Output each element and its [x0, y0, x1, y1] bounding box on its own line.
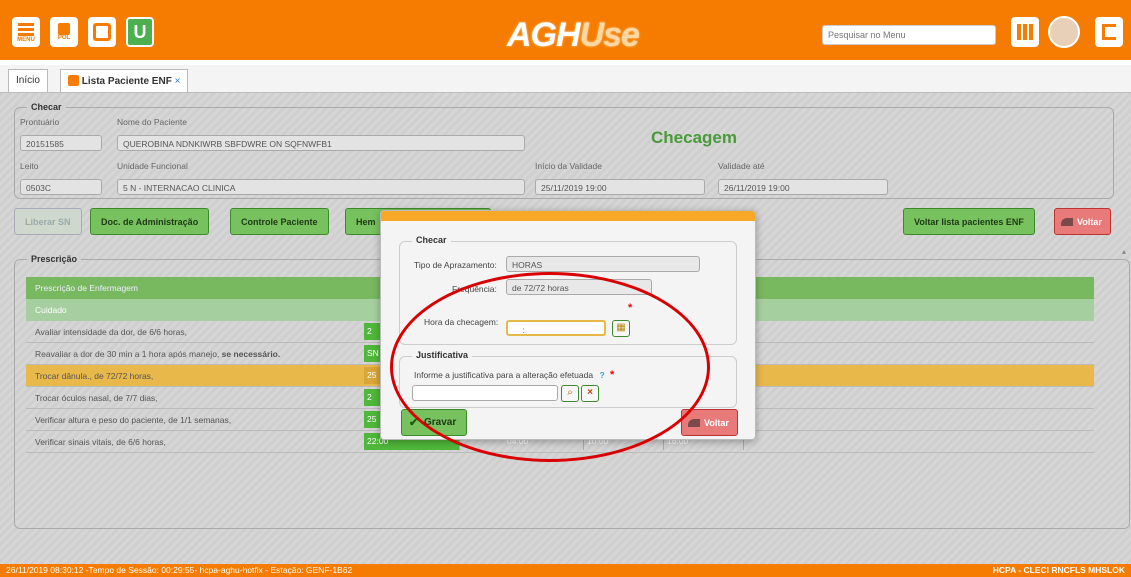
help-icon[interactable]: ? — [599, 370, 604, 380]
user-avatar[interactable] — [1048, 16, 1080, 48]
justificativa-input[interactable] — [412, 385, 558, 401]
tipo-aprazamento-label: Tipo de Aprazamento: — [414, 260, 497, 270]
voltar-label: Voltar — [1077, 217, 1102, 227]
tab-lista-label: Lista Paciente ENF — [81, 76, 172, 87]
prescricao-item-text: Verificar altura e peso do paciente, de … — [35, 415, 232, 425]
checar-legend: Checar — [27, 102, 66, 112]
hora-checagem-input[interactable]: __:__ — [506, 320, 606, 336]
calendar-icon[interactable]: ▦ — [612, 320, 630, 337]
liberar-sn-button[interactable]: Liberar SN — [14, 208, 82, 235]
frequencia-field: de 72/72 horas — [506, 279, 652, 295]
prescricao-item-text: Trocar óculos nasal, de 7/7 dias, — [35, 393, 158, 403]
logo-part-a: AGH — [507, 16, 581, 54]
search-icon[interactable]: ⌕ — [561, 385, 579, 402]
prescricao-legend: Prescrição — [27, 254, 82, 264]
app-logo: AGHUse — [507, 16, 640, 55]
checagem-dialog: Checar Tipo de Aprazamento: HORAS Frequê… — [380, 210, 756, 440]
logout-icon[interactable] — [1095, 17, 1123, 47]
apps-grid-icon[interactable] — [1011, 17, 1039, 47]
validade-ate-label: Validade até — [718, 161, 765, 171]
status-left: 26/11/2019 08:30:12 -Tempo de Sessão: 00… — [6, 565, 353, 575]
nome-label: Nome do Paciente — [117, 117, 187, 127]
status-right: HCPA - CLECI RNCFLS MHSLOK — [992, 565, 1125, 575]
dialog-voltar-label: Voltar — [704, 418, 729, 428]
dialog-checar-legend: Checar — [412, 235, 451, 245]
leito-field: 0503C — [20, 179, 102, 195]
justificativa-label: Informe a justificativa para a alteração… — [414, 370, 594, 380]
dialog-voltar-button[interactable]: Voltar — [681, 409, 738, 436]
prescricao-item-text: Trocar dânula., de 72/72 horas, — [35, 371, 154, 381]
page-title: Checagem — [651, 128, 737, 147]
patient-list-icon — [68, 75, 79, 86]
prescricao-header-label: Prescrição de Enfermagem — [35, 283, 138, 293]
menu-search-input[interactable]: Pesquisar no Menu — [822, 25, 996, 45]
status-bar: 26/11/2019 08:30:12 -Tempo de Sessão: 00… — [0, 564, 1131, 577]
prescricao-item-text: Verificar sinais vitais, de 6/6 horas, — [35, 437, 166, 447]
prontuario-field: 20151585 — [20, 135, 102, 151]
controle-paciente-button[interactable]: Controle Paciente — [230, 208, 329, 235]
checar-fieldset: Checar Checagem Prontuário 20151585 Nome… — [14, 102, 1114, 199]
logo-part-b: Use — [579, 16, 640, 54]
voltar-button[interactable]: Voltar — [1054, 208, 1111, 235]
gravar-label: Gravar — [424, 417, 457, 428]
frequencia-label: Frequência: — [452, 284, 497, 294]
inicio-validade-label: Início da Validade — [535, 161, 602, 171]
prontuario-label: Prontuário — [20, 117, 60, 127]
doc-administracao-button[interactable]: Doc. de Administração — [90, 208, 210, 235]
menu-icon[interactable]: MENU — [12, 17, 40, 47]
required-star-2: * — [610, 369, 615, 381]
unidade-field: 5 N - INTERNACAO CLINICA — [117, 179, 525, 195]
voltar-lista-button[interactable]: Voltar lista pacientes ENF — [903, 208, 1035, 235]
prescricao-item-text: Reavaliar a dor de 30 min a 1 hora após … — [35, 349, 281, 359]
unidade-label: Unidade Funcional — [117, 161, 188, 171]
top-bar: MENU POL U AGHUse Pesquisar no Menu — [0, 0, 1131, 65]
tab-inicio[interactable]: Início — [8, 69, 48, 92]
tipo-aprazamento-field: HORAS — [506, 256, 700, 272]
cuidado-label: Cuidado — [35, 305, 67, 315]
tab-inicio-label: Início — [16, 75, 40, 86]
back-arrow-icon — [1061, 218, 1073, 226]
dialog-header[interactable] — [381, 211, 755, 221]
scroll-up-icon[interactable]: ▴ — [1122, 247, 1126, 256]
gravar-button[interactable]: ✔ Gravar — [401, 409, 468, 436]
clear-icon[interactable]: × — [581, 385, 599, 402]
inicio-validade-field: 25/11/2019 19:00 — [535, 179, 705, 195]
dialog-checar-fieldset: Checar Tipo de Aprazamento: HORAS Frequê… — [399, 235, 737, 345]
pol-label: POL — [57, 35, 71, 41]
prescricao-item-text: Avaliar intensidade da dor, de 6/6 horas… — [35, 327, 188, 337]
check-icon: ✔ — [409, 417, 419, 429]
justificativa-label-row: Informe a justificativa para a alteração… — [414, 369, 614, 381]
dialog-back-icon — [688, 419, 700, 427]
close-tab-icon[interactable]: × — [175, 76, 181, 87]
grid-list-icon[interactable] — [88, 17, 116, 47]
tab-lista-paciente-enf[interactable]: Lista Paciente ENF × — [60, 69, 189, 92]
hora-checagem-label: Hora da checagem: — [424, 317, 499, 327]
validade-ate-field: 26/11/2019 19:00 — [718, 179, 888, 195]
required-star: * — [628, 302, 633, 314]
pol-icon[interactable]: POL — [50, 17, 78, 47]
prescricao-item-emphasis: se necessário. — [221, 349, 281, 359]
menu-label: MENU — [17, 36, 35, 43]
tabs-bar: Início Lista Paciente ENF × — [0, 65, 1131, 93]
nome-field: QUEROBINA NDNKIWRB SBFDWRE ON SQFNWFB1 — [117, 135, 525, 151]
justificativa-legend: Justificativa — [412, 350, 473, 360]
leito-label: Leito — [20, 161, 39, 171]
u-app-icon[interactable]: U — [126, 17, 154, 47]
u-app-label: U — [133, 21, 147, 42]
